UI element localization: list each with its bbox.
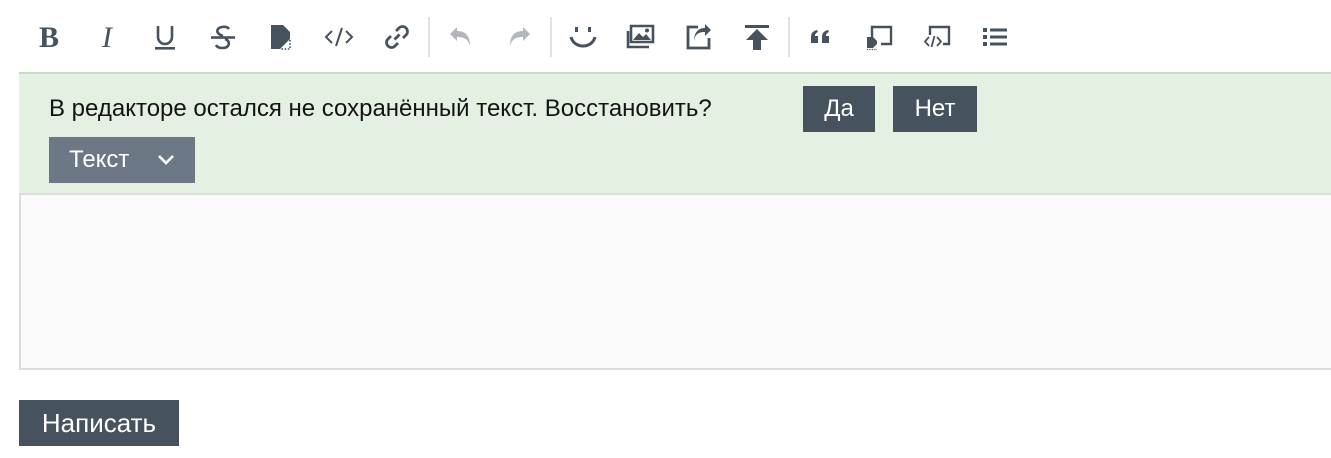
chevron-down-icon	[158, 155, 174, 165]
message-textarea[interactable]	[19, 193, 1331, 370]
smiley-button[interactable]	[554, 14, 612, 60]
submit-button[interactable]: Написать	[19, 400, 179, 446]
redo-icon	[510, 27, 530, 46]
editor: В редакторе остался не сохранённый текст…	[19, 72, 1331, 370]
restore-no-button[interactable]: Нет	[893, 86, 977, 132]
restore-notice: В редакторе остался не сохранённый текст…	[19, 72, 1331, 193]
italic-icon: I	[101, 22, 114, 52]
svg-text:I: I	[101, 22, 114, 52]
toolbar-divider	[550, 17, 552, 57]
code-block-button[interactable]	[908, 14, 966, 60]
undo-icon	[450, 27, 470, 46]
underline-button[interactable]	[136, 14, 194, 60]
list-button[interactable]	[966, 14, 1024, 60]
image-icon	[626, 24, 655, 49]
spoiler-icon	[271, 25, 291, 50]
strikethrough-icon	[211, 25, 235, 50]
strikethrough-button[interactable]	[194, 14, 252, 60]
toolbar-divider	[428, 17, 430, 57]
underline-icon	[155, 26, 175, 50]
undo-button[interactable]	[432, 14, 490, 60]
link-button[interactable]	[368, 14, 426, 60]
restore-notice-text: В редакторе остался не сохранённый текст…	[49, 95, 712, 122]
format-select[interactable]: Текст	[49, 137, 195, 183]
spoiler-button[interactable]	[252, 14, 310, 60]
list-icon	[983, 28, 1007, 46]
share-icon	[686, 24, 711, 50]
redo-button[interactable]	[490, 14, 548, 60]
spoiler-block-icon	[867, 25, 893, 51]
editor-toolbar: B I	[20, 12, 1024, 62]
share-button[interactable]	[670, 14, 728, 60]
format-select-value: Текст	[69, 146, 130, 173]
bold-icon: B	[39, 22, 59, 52]
spoiler-block-button[interactable]	[850, 14, 908, 60]
toolbar-divider	[788, 17, 790, 57]
upload-icon	[745, 25, 769, 50]
code-block-icon	[923, 25, 951, 48]
italic-button[interactable]: I	[78, 14, 136, 60]
link-icon	[385, 25, 409, 49]
restore-yes-button[interactable]: Да	[803, 86, 875, 132]
smiley-icon	[569, 27, 597, 48]
code-button[interactable]	[310, 14, 368, 60]
code-icon	[324, 27, 354, 47]
bold-button[interactable]: B	[20, 14, 78, 60]
quote-button[interactable]	[792, 14, 850, 60]
image-button[interactable]	[612, 14, 670, 60]
svg-text:B: B	[39, 22, 59, 52]
upload-button[interactable]	[728, 14, 786, 60]
quote-icon	[811, 30, 829, 43]
